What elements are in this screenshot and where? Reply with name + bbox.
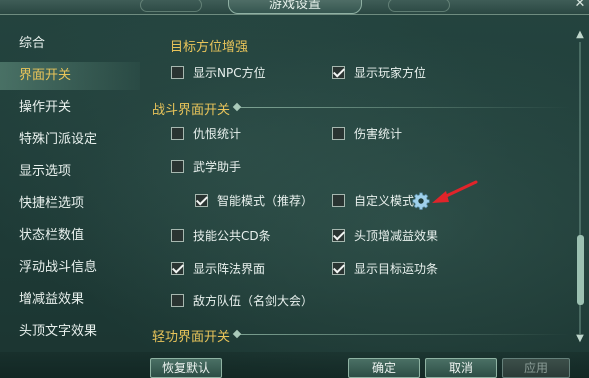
option-custom-mode[interactable]: 自定义模式 (332, 191, 414, 209)
scroll-thumb[interactable] (577, 235, 584, 305)
option-hate-stats[interactable]: 仇恨统计 (171, 124, 241, 142)
checkbox[interactable] (171, 293, 184, 307)
option-label: 显示阵法界面 (193, 261, 266, 276)
checkbox-checked[interactable] (332, 261, 345, 275)
checkbox[interactable] (171, 126, 184, 140)
option-label: 显示NPC方位 (193, 65, 266, 80)
ok-button[interactable]: 确定 (348, 358, 420, 378)
option-label: 显示目标运功条 (354, 261, 439, 276)
sidebar: 综合 界面开关 操作开关 特殊门派设定 显示选项 快捷栏选项 状态栏数值 浮动战… (0, 26, 140, 356)
sidebar-item-interface-toggles[interactable]: 界面开关 (0, 62, 140, 90)
cloud-ornament-right (388, 0, 450, 12)
option-show-player-direction[interactable]: 显示玩家方位 (332, 63, 426, 81)
section-divider (240, 334, 570, 335)
option-label: 武学助手 (193, 159, 242, 174)
option-label: 头顶增减益效果 (354, 228, 439, 243)
option-enemy-team-arena[interactable]: 敌方队伍（名剑大会） (171, 291, 313, 309)
cloud-ornament-left (140, 0, 202, 12)
option-label: 伤害统计 (354, 126, 403, 141)
section-divider (240, 107, 570, 108)
option-damage-stats[interactable]: 伤害统计 (332, 124, 402, 142)
option-smart-mode[interactable]: 智能模式（推荐） (195, 191, 313, 209)
option-martial-assistant[interactable]: 武学助手 (171, 157, 241, 175)
sidebar-item-operation-toggles[interactable]: 操作开关 (0, 94, 140, 122)
option-show-formation[interactable]: 显示阵法界面 (171, 259, 265, 277)
section-title-combat: 战斗界面开关 (152, 103, 231, 118)
checkbox-checked[interactable] (171, 261, 184, 275)
scroll-up-arrow-icon[interactable]: ▲ (574, 30, 586, 40)
cancel-button[interactable]: 取消 (425, 358, 497, 378)
checkbox[interactable] (171, 159, 184, 173)
option-label: 仇恨统计 (193, 126, 242, 141)
section-title-target: 目标方位增强 (170, 40, 249, 55)
option-label: 技能公共CD条 (193, 228, 271, 243)
checkbox-checked[interactable] (195, 193, 208, 207)
sidebar-item-overhead-text[interactable]: 头顶文字效果 (0, 318, 140, 346)
checkbox[interactable] (332, 126, 345, 140)
window-title: 游戏设置 (228, 0, 362, 14)
checkbox-checked[interactable] (332, 228, 345, 242)
sidebar-item-status-values[interactable]: 状态栏数值 (0, 222, 140, 250)
apply-button[interactable]: 应用 (502, 358, 570, 378)
bottom-bar (0, 352, 589, 378)
option-label: 敌方队伍（名剑大会） (193, 293, 314, 308)
checkbox[interactable] (332, 193, 345, 207)
sidebar-item-floating-combat[interactable]: 浮动战斗信息 (0, 254, 140, 282)
scrollbar[interactable]: ▲ ▼ (574, 30, 586, 346)
scroll-down-arrow-icon[interactable]: ▼ (574, 334, 586, 344)
sidebar-item-buff-effects[interactable]: 增减益效果 (0, 286, 140, 314)
checkbox[interactable] (171, 228, 184, 242)
checkbox[interactable] (171, 65, 184, 79)
reset-defaults-button[interactable]: 恢复默认 (150, 358, 222, 378)
sidebar-item-school-settings[interactable]: 特殊门派设定 (0, 126, 140, 154)
option-skill-gcd-bar[interactable]: 技能公共CD条 (171, 226, 271, 244)
option-show-npc-direction[interactable]: 显示NPC方位 (171, 63, 266, 81)
section-title-qinggong: 轻功界面开关 (152, 330, 231, 345)
title-bar: 游戏设置 ✕ (0, 0, 589, 15)
settings-window: 游戏设置 ✕ 综合 界面开关 操作开关 特殊门派设定 显示选项 快捷栏选项 状态… (0, 0, 589, 378)
option-show-target-cast[interactable]: 显示目标运功条 (332, 259, 438, 277)
sidebar-item-general[interactable]: 综合 (0, 30, 140, 58)
option-label: 显示玩家方位 (354, 65, 427, 80)
option-overhead-buffs[interactable]: 头顶增减益效果 (332, 226, 438, 244)
option-label: 智能模式（推荐） (217, 193, 314, 208)
annotation-arrow-icon (432, 180, 478, 203)
checkbox-checked[interactable] (332, 65, 345, 79)
sidebar-item-display-options[interactable]: 显示选项 (0, 158, 140, 186)
option-label: 自定义模式 (354, 193, 415, 208)
close-icon[interactable]: ✕ (573, 0, 587, 11)
sidebar-item-hotbar-options[interactable]: 快捷栏选项 (0, 190, 140, 218)
